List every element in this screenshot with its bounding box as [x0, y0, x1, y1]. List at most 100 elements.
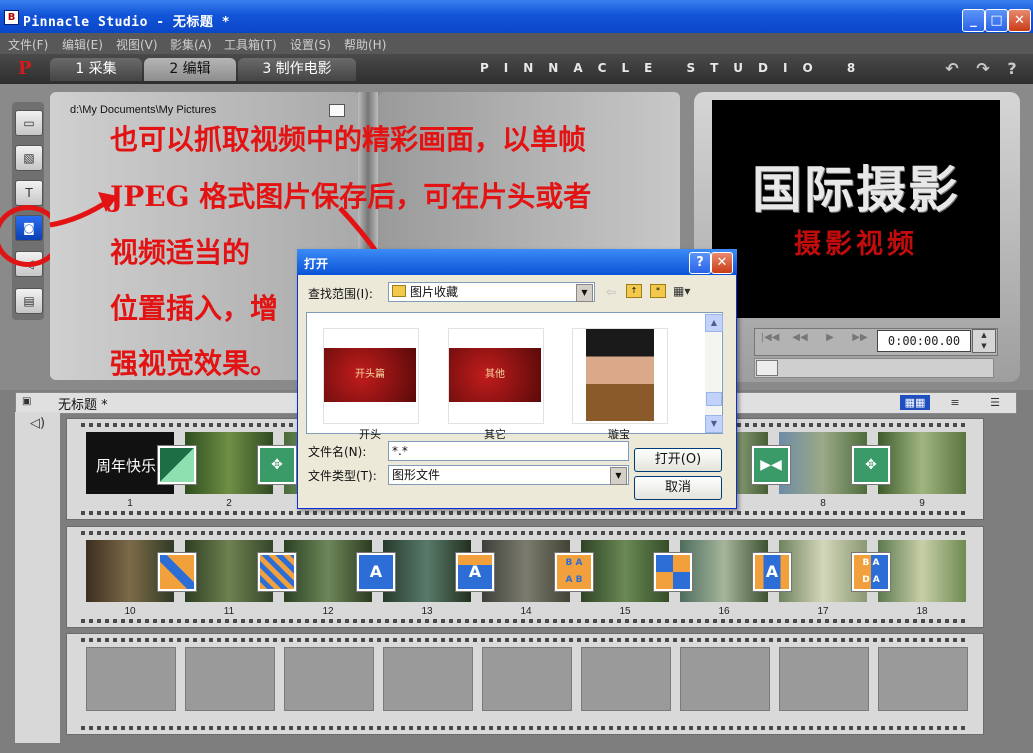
open-button[interactable]: 打开(O) [634, 448, 722, 472]
menu-file[interactable]: 文件(F) [8, 36, 48, 53]
transitions-icon[interactable]: ▧ [15, 145, 43, 171]
clip-number: 11 [223, 606, 235, 617]
menu-help[interactable]: 帮助(H) [344, 36, 386, 53]
view-menu-icon[interactable]: ▦▾ [673, 284, 690, 298]
clip-number: 10 [124, 606, 136, 617]
filetype-select[interactable]: 图形文件 ▼ [388, 465, 629, 485]
filename-input[interactable]: *.* [388, 441, 629, 461]
empty-slot[interactable] [383, 647, 473, 711]
fast-forward-icon[interactable]: ▶▶ [848, 332, 872, 343]
storyboard-side-panel [15, 412, 60, 743]
scroll-up-icon[interactable]: ▲ [705, 314, 723, 332]
transition-icon-4[interactable]: ✥ [851, 445, 891, 485]
scrubber-handle[interactable] [756, 360, 778, 376]
folder-icon[interactable] [329, 104, 345, 117]
tab-capture[interactable]: 1 采集 [50, 58, 142, 81]
transition-icon-6[interactable] [257, 552, 297, 592]
transition-icon-2[interactable]: ✥ [257, 445, 297, 485]
album-folder-path[interactable]: d:\My Documents\My Pictures [70, 104, 216, 116]
up-folder-icon[interactable]: ↑ [626, 284, 642, 298]
go-to-start-icon[interactable]: |◀◀ [758, 332, 782, 343]
menu-toolbox[interactable]: 工具箱(T) [224, 36, 277, 53]
clip-18[interactable] [878, 540, 966, 602]
transition-icon-9[interactable]: B AA B [554, 552, 594, 592]
empty-slot[interactable] [284, 647, 374, 711]
clip-number: 13 [421, 606, 433, 617]
transition-icon-10[interactable] [653, 552, 693, 592]
clip-number: 15 [619, 606, 631, 617]
clip-number: 14 [520, 606, 532, 617]
storyboard-view-icon[interactable]: ▦▦ [900, 395, 930, 410]
redo-icon[interactable]: ↷ [972, 58, 994, 80]
tab-make-movie[interactable]: 3 制作电影 [238, 58, 356, 81]
clip-number: 1 [127, 498, 133, 509]
menu-edit[interactable]: 编辑(E) [62, 36, 103, 53]
transition-icon-12[interactable]: B AD A [851, 552, 891, 592]
help-icon[interactable]: ? [1001, 58, 1023, 80]
app-icon[interactable]: B [4, 10, 19, 25]
play-icon[interactable]: ▶ [818, 332, 842, 343]
menus-icon[interactable]: ▤ [15, 288, 43, 314]
text-view-icon[interactable]: ☰ [980, 395, 1010, 410]
empty-slot[interactable] [779, 647, 869, 711]
undo-icon[interactable]: ↶ [941, 58, 963, 80]
dialog-close-button[interactable]: ✕ [711, 252, 733, 274]
video-clips-icon[interactable]: ▭ [15, 110, 43, 136]
empty-slot[interactable] [680, 647, 770, 711]
pinnacle-logo: P [18, 58, 32, 79]
lookin-label: 查找范围(I): [308, 287, 373, 301]
dialog-titlebar[interactable] [297, 249, 737, 275]
menu-settings[interactable]: 设置(S) [290, 36, 331, 53]
timecode-spinner[interactable]: ▲ ▼ [972, 329, 996, 353]
chevron-down-icon[interactable]: ▼ [610, 467, 627, 485]
menu-album[interactable]: 影集(A) [170, 36, 212, 53]
lookin-select[interactable]: 图片收藏 ▼ [388, 282, 595, 302]
dialog-help-button[interactable]: ? [689, 252, 711, 274]
folder-icon [392, 285, 406, 297]
transition-icon-8[interactable]: A [455, 552, 495, 592]
maximize-button[interactable]: □ [985, 9, 1008, 32]
window-title: Pinnacle Studio - 无标题 * [23, 15, 231, 30]
back-icon[interactable]: ⇦ [606, 285, 616, 299]
clip-number: 8 [820, 498, 826, 509]
thumb-image-1: 开头篇 [324, 348, 416, 402]
empty-slot[interactable] [581, 647, 671, 711]
annotation-line-5: 强视觉效果。 [110, 347, 279, 380]
thumb-image-3 [586, 329, 654, 421]
tab-edit[interactable]: 2 编辑 [144, 58, 236, 81]
clip-number: 2 [226, 498, 232, 509]
minimize-button[interactable]: _ [962, 9, 985, 32]
empty-slot[interactable] [185, 647, 275, 711]
empty-slot[interactable] [482, 647, 572, 711]
empty-slot[interactable] [878, 647, 968, 711]
transition-icon-5[interactable] [157, 552, 197, 592]
file-name: 开头 [359, 428, 381, 441]
rewind-icon[interactable]: ◀◀ [788, 332, 812, 343]
camera-icon: ▣ [22, 396, 32, 407]
preview-title-text: 国际摄影 [752, 160, 960, 219]
transition-icon-7[interactable]: A [356, 552, 396, 592]
chevron-down-icon[interactable]: ▼ [576, 284, 593, 302]
speaker-icon[interactable]: ◁) [30, 416, 45, 431]
close-button[interactable]: ✕ [1008, 9, 1031, 32]
clip-number: 9 [919, 498, 925, 509]
clip-number: 16 [718, 606, 730, 617]
transition-icon-1[interactable] [157, 445, 197, 485]
clip-9[interactable] [878, 432, 966, 494]
scrubber-track[interactable] [754, 358, 994, 378]
annotation-line-1: 也可以抓取视频中的精彩画面，以单帧 [110, 123, 587, 156]
transition-icon-3[interactable]: ▶◀ [751, 445, 791, 485]
transition-icon-11[interactable]: A [752, 552, 792, 592]
file-name: 其它 [484, 428, 506, 441]
titles-icon[interactable]: T [15, 180, 43, 206]
scroll-down-icon[interactable]: ▼ [705, 415, 723, 433]
preview-subtitle-text: 摄影视频 [794, 229, 918, 260]
timeline-view-icon[interactable]: ≡ [940, 395, 970, 410]
menu-view[interactable]: 视图(V) [116, 36, 158, 53]
empty-slot[interactable] [86, 647, 176, 711]
timecode-field[interactable]: 0:00:00.00 [877, 330, 971, 352]
clip-number: 17 [817, 606, 829, 617]
new-folder-icon[interactable]: * [650, 284, 666, 298]
scroll-thumb[interactable] [706, 392, 722, 406]
cancel-button[interactable]: 取消 [634, 476, 722, 500]
